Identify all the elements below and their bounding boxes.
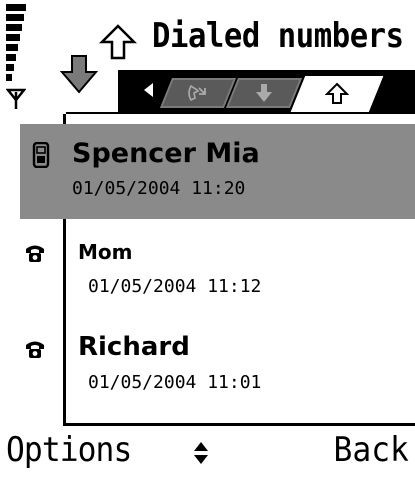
dialed-call-icon — [325, 82, 349, 104]
contact-name: Spencer Mia — [72, 138, 260, 169]
call-time: 01/05/2004 11:01 — [88, 372, 262, 393]
contact-name: Richard — [78, 332, 190, 362]
softkey-bar: Options Back — [0, 430, 415, 477]
contact-name: Mom — [78, 240, 133, 264]
options-softkey[interactable]: Options — [6, 430, 132, 470]
call-log-tabs — [118, 70, 415, 114]
nav-left-arrow-icon[interactable] — [144, 83, 153, 97]
tab-dialed-calls[interactable] — [290, 76, 384, 112]
tab-missed-calls[interactable] — [159, 78, 237, 108]
list-item[interactable]: Richard 01/05/2004 11:01 — [20, 322, 415, 418]
list-item[interactable]: Mom 01/05/2004 11:12 — [20, 228, 415, 318]
call-time: 01/05/2004 11:12 — [88, 276, 262, 297]
call-time: 01/05/2004 11:20 — [72, 178, 246, 199]
back-softkey[interactable]: Back — [334, 430, 409, 470]
page-title: Dialed numbers — [152, 16, 404, 56]
scroll-indicator-icon — [194, 442, 208, 464]
antenna-icon — [6, 88, 26, 109]
tab-received-calls[interactable] — [225, 78, 303, 108]
phone-handset-icon — [26, 341, 44, 358]
list-item[interactable]: Spencer Mia 01/05/2004 11:20 — [20, 124, 415, 219]
missed-call-icon — [188, 84, 206, 102]
mobile-phone-icon — [32, 142, 50, 168]
phone-handset-icon — [26, 245, 44, 262]
received-call-icon — [256, 84, 272, 102]
signal-strength-icon — [6, 4, 26, 88]
